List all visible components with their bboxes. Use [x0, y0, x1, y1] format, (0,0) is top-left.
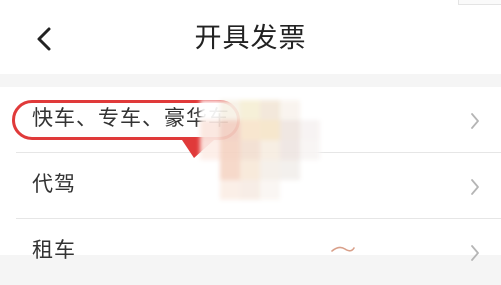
- list-item-car-rental[interactable]: 租车: [0, 219, 501, 285]
- corner-divider: [458, 0, 501, 5]
- privacy-blur-mosaic: [200, 100, 320, 200]
- chevron-right-icon: [471, 245, 479, 261]
- chevron-right-icon: [471, 179, 479, 195]
- top-app-bar: 开具发票: [0, 0, 501, 74]
- list-item-label: 代驾: [32, 172, 76, 196]
- page-title: 开具发票: [194, 23, 307, 54]
- list-item-label: 租车: [32, 238, 76, 262]
- annotation-scribble-mark: [331, 246, 355, 252]
- chevron-right-icon: [471, 113, 479, 129]
